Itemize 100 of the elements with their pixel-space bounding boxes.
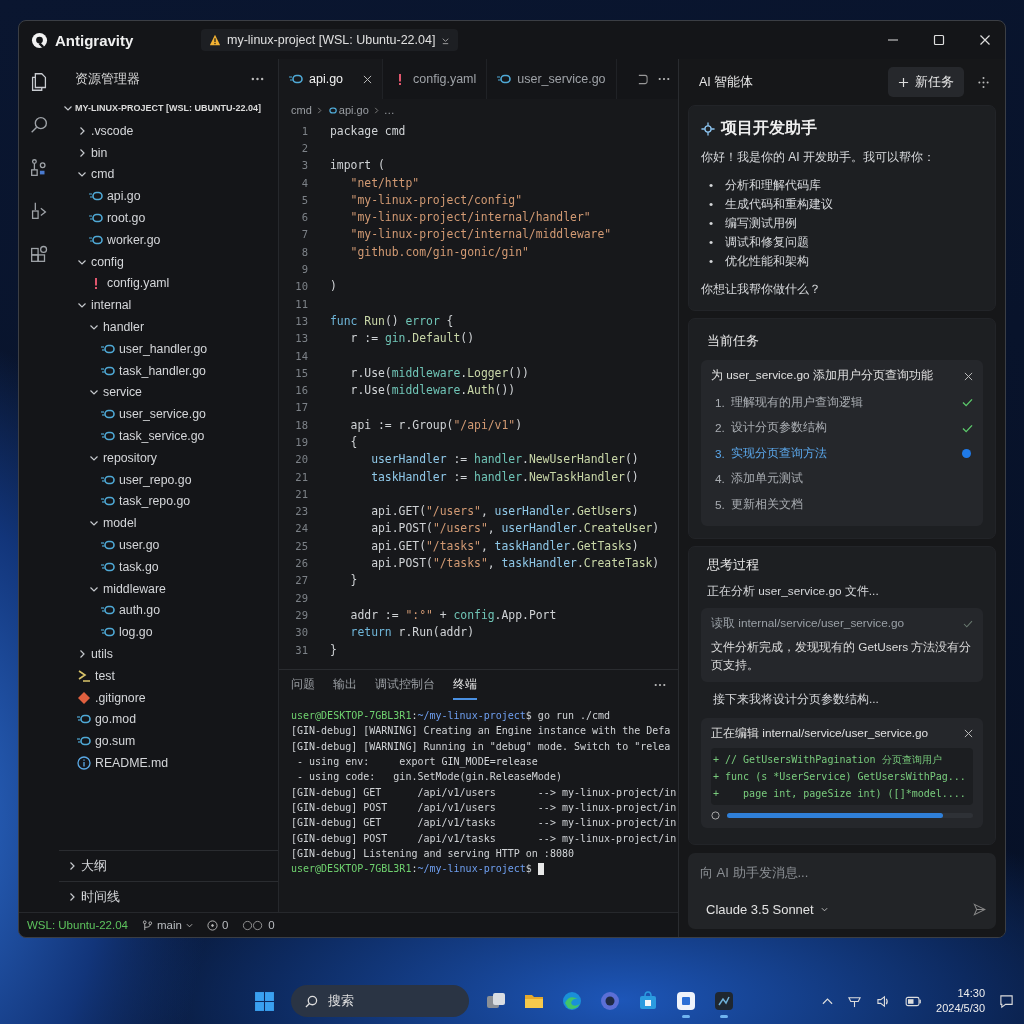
file-item[interactable]: task_repo.go: [59, 490, 278, 513]
chevron-icon[interactable]: [67, 892, 77, 902]
browser-icon[interactable]: [561, 989, 583, 1012]
file-item[interactable]: task.go: [59, 555, 278, 578]
project-root[interactable]: MY-LINUX-PROJECT [WSL: UBUNTU-22.04]: [59, 99, 278, 117]
file-item[interactable]: api.go: [59, 185, 278, 208]
code-line: func Run() error {: [330, 313, 454, 328]
line-number: 20: [294, 453, 308, 466]
folder-item[interactable]: cmd: [59, 163, 278, 186]
section-header[interactable]: 时间线: [59, 881, 278, 912]
clock-time[interactable]: 14:30: [957, 986, 985, 1001]
folder-item[interactable]: config: [59, 250, 278, 273]
app-icon[interactable]: [713, 989, 735, 1012]
more-icon[interactable]: [978, 75, 989, 89]
bullet-marker: •: [707, 253, 715, 270]
clock-date[interactable]: 2024/5/30: [936, 1001, 985, 1016]
file-item[interactable]: task_handler.go: [59, 359, 278, 382]
code-line: api.GET("/tasks", taskHandler.GetTasks): [370, 538, 639, 553]
panel-tab[interactable]: 终端: [453, 670, 477, 700]
file-item[interactable]: root.go: [59, 207, 278, 229]
file-item[interactable]: user_service.go: [59, 403, 278, 426]
more-icon[interactable]: [251, 77, 264, 81]
line-number: 8: [300, 245, 308, 258]
close-icon[interactable]: [964, 371, 973, 381]
folder-item[interactable]: .vscode: [59, 120, 278, 142]
chevron-icon[interactable]: [77, 649, 87, 659]
code-line: taskHandler := handler.NewTaskHandler(): [370, 469, 639, 484]
app-icon[interactable]: [675, 989, 697, 1012]
windows-logo-icon[interactable]: [254, 990, 275, 1012]
close-icon[interactable]: [964, 729, 973, 738]
folder-item[interactable]: repository: [59, 446, 278, 469]
store-icon[interactable]: [637, 989, 659, 1012]
folder-item[interactable]: model: [59, 512, 278, 535]
file-item[interactable]: auth.go: [59, 599, 278, 622]
search-box[interactable]: 搜索: [291, 985, 469, 1017]
code-line: "net/http": [349, 175, 420, 190]
folder-item[interactable]: internal: [59, 294, 278, 317]
chevron-icon[interactable]: [63, 103, 73, 113]
code-line: api.POST("/users", userHandler.CreateUser): [370, 521, 660, 536]
extensions-icon[interactable]: [28, 243, 50, 265]
file-item[interactable]: worker.go: [59, 229, 278, 251]
go-file-icon: [326, 106, 337, 114]
chevron-icon[interactable]: [77, 125, 87, 136]
battery-icon[interactable]: [905, 995, 923, 1007]
code-line: api.GET("/users", userHandler.GetUsers): [370, 504, 639, 519]
go-file-icon: [101, 627, 115, 638]
model-dropdown[interactable]: Claude 3.5 Sonnet: [700, 898, 834, 921]
section-header[interactable]: 大纲: [59, 850, 278, 881]
branch-indicator[interactable]: main: [142, 919, 193, 931]
close-icon[interactable]: [979, 34, 991, 46]
notification-icon[interactable]: [999, 993, 1014, 1009]
send-icon[interactable]: [973, 903, 986, 916]
line-number: 2: [300, 141, 308, 154]
file-item[interactable]: go.sum: [59, 730, 278, 753]
more-icon[interactable]: [658, 77, 670, 81]
new-task-button[interactable]: 新任务: [888, 67, 964, 97]
project-switcher[interactable]: my-linux-project [WSL: Ubuntu-22.04]: [201, 29, 459, 51]
problems-indicator[interactable]: 0: [206, 919, 229, 931]
file-item[interactable]: README.md: [59, 752, 278, 774]
file-item[interactable]: user_repo.go: [59, 468, 278, 491]
editor-tab[interactable]: user_service.go: [487, 59, 617, 99]
step-number: 5.: [715, 497, 726, 512]
panel-tab[interactable]: 问题: [291, 670, 315, 700]
file-item[interactable]: .gitignore: [59, 686, 278, 709]
folder-item[interactable]: handler: [59, 316, 278, 338]
more-icon[interactable]: [654, 683, 666, 687]
file-item[interactable]: config.yaml: [59, 272, 278, 295]
maximize-icon[interactable]: [933, 34, 945, 46]
panel-tab[interactable]: 调试控制台: [375, 670, 435, 700]
step-number: 4.: [715, 472, 726, 487]
panel-tab[interactable]: 输出: [333, 670, 357, 700]
folder-item[interactable]: middleware: [59, 577, 278, 600]
close-icon[interactable]: [363, 74, 373, 84]
network-icon[interactable]: [847, 994, 863, 1008]
message-input[interactable]: 向 AI 助手发消息...: [700, 863, 986, 882]
tool-title: 读取 internal/service/user_service.go: [711, 615, 905, 632]
line-number: 31: [294, 643, 308, 656]
ports-indicator[interactable]: 0: [242, 919, 275, 931]
file-item[interactable]: go.mod: [59, 708, 278, 731]
chevron-icon[interactable]: [77, 147, 87, 158]
go-file-icon: [89, 213, 103, 224]
file-item[interactable]: task_service.go: [59, 425, 278, 447]
file-item[interactable]: user.go: [59, 534, 278, 556]
breadcrumb-item[interactable]: …: [383, 104, 395, 116]
editor-tab[interactable]: config.yaml: [383, 59, 488, 99]
file-item[interactable]: user_handler.go: [59, 337, 278, 360]
chevron-icon[interactable]: [67, 861, 77, 871]
folder-item[interactable]: bin: [59, 141, 278, 164]
breadcrumb-item[interactable]: cmd: [291, 104, 312, 116]
folder-item[interactable]: service: [59, 381, 278, 404]
chevron-up-icon[interactable]: [822, 997, 834, 1005]
remote-indicator[interactable]: WSL: Ubuntu-22.04: [27, 919, 128, 931]
code-line: ): [330, 279, 337, 294]
file-item[interactable]: log.go: [59, 621, 278, 644]
breadcrumb-item[interactable]: api.go: [326, 104, 369, 116]
code-line: "github.com/gin-gonic/gin": [349, 244, 529, 259]
file-item[interactable]: test: [59, 664, 278, 687]
go-file-icon: [101, 561, 115, 572]
folder-item[interactable]: utils: [59, 643, 278, 665]
diff-line: + page int, pageSize int) ([]*model....: [713, 786, 967, 801]
